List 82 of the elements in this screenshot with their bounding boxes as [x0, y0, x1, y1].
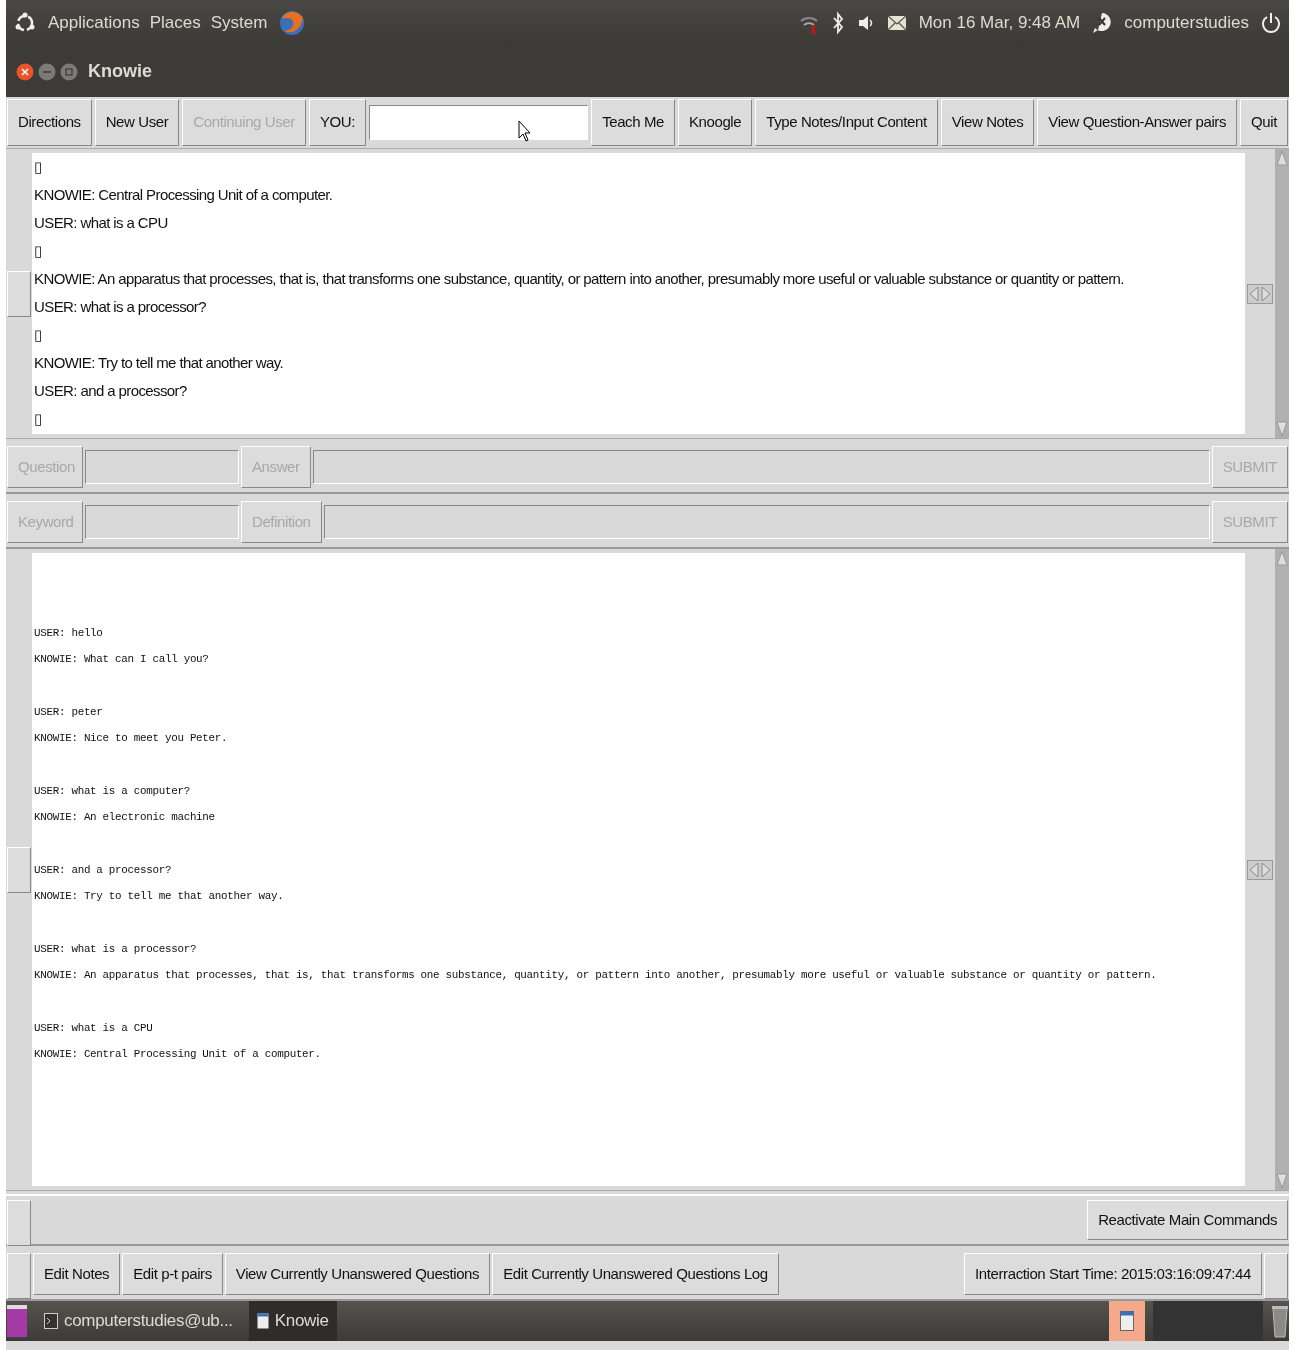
toolbar-button[interactable]: View Notes: [940, 99, 1035, 146]
taskbar-label: Knowie: [274, 1310, 329, 1333]
taskbar-item[interactable]: Knowie: [248, 1301, 337, 1341]
window-icon: [256, 1313, 269, 1329]
trash-icon[interactable]: [1271, 1304, 1289, 1338]
chat-line: USER: what is a processor?: [34, 942, 198, 957]
input-field[interactable]: [85, 505, 239, 539]
chat-line: USER: what is a CPU: [34, 1021, 154, 1036]
bluetooth-icon[interactable]: [830, 11, 845, 35]
field-label: YOU:: [308, 99, 366, 146]
bottom-button[interactable]: View Currently Unanswered Questions: [224, 1253, 491, 1295]
transcript-line: KNOWIE: An apparatus that processes, that is, that transforms one substance, quantity, or pattern into another, presumably more useful or valuable substance or quantity or pattern.: [34, 269, 1125, 289]
user-name[interactable]: computerstudies: [1124, 10, 1249, 36]
chat-line: USER: what is a computer?: [34, 784, 191, 799]
input-field[interactable]: [369, 105, 589, 140]
split-arrows-icon[interactable]: [1247, 859, 1273, 880]
chat-line: KNOWIE: Try to tell me that another way.: [34, 889, 285, 904]
input-field[interactable]: [85, 450, 239, 484]
bottom-button[interactable]: Edit p-t pairs: [122, 1253, 223, 1295]
logo-icon[interactable]: [14, 12, 36, 34]
clock[interactable]: Mon 16 Mar, 9:48 AM: [918, 10, 1081, 36]
user-icon[interactable]: [1092, 12, 1113, 34]
transcript-line: ▯: [34, 241, 43, 261]
power-icon[interactable]: [1261, 12, 1281, 34]
start-time-button[interactable]: Interraction Start Time: 2015:03:16:09:47:44: [964, 1253, 1262, 1295]
bottom-button[interactable]: Edit Currently Unanswered Questions Log: [492, 1253, 779, 1295]
arrow-up-icon[interactable]: [1275, 549, 1289, 567]
transcript-line: USER: what is a CPU: [34, 213, 169, 233]
arrow-down-icon[interactable]: [1275, 1172, 1289, 1190]
transcript-line: ▯: [34, 325, 43, 345]
chat-line: KNOWIE: What can I call you?: [34, 652, 210, 667]
bottom-button[interactable]: Edit Notes: [33, 1253, 121, 1295]
toolbar-button[interactable]: View Question-Answer pairs: [1037, 99, 1238, 146]
maximize-icon[interactable]: [60, 62, 78, 81]
transcript-line: KNOWIE: Central Processing Unit of a computer.: [34, 185, 334, 205]
split-arrows-icon[interactable]: [1247, 283, 1273, 304]
toolbar-button[interactable]: Directions: [7, 99, 92, 146]
menu-item[interactable]: Applications: [48, 10, 140, 36]
mail-icon[interactable]: [886, 15, 907, 31]
reactivate-button[interactable]: Reactivate Main Commands: [1087, 1200, 1288, 1240]
transcript-line: ▯: [34, 409, 43, 429]
menu-item[interactable]: System: [210, 10, 268, 36]
taskbar-label: computerstudies@ub...: [64, 1310, 233, 1333]
workspace-icon[interactable]: [6, 1304, 28, 1338]
window-title: Knowie: [88, 60, 152, 83]
input-field[interactable]: [312, 450, 1210, 484]
taskbar-item[interactable]: computerstudies@ub...: [36, 1301, 241, 1341]
toolbar-button[interactable]: New User: [94, 99, 180, 146]
volume-icon[interactable]: [856, 13, 875, 33]
scrollbar[interactable]: [1275, 149, 1289, 438]
scrollbar[interactable]: [1275, 549, 1289, 1190]
corner-button[interactable]: [1264, 1253, 1288, 1299]
toolbar-button[interactable]: Quit: [1240, 99, 1288, 146]
menu-item[interactable]: Places: [149, 10, 201, 36]
chat-line: USER: peter: [34, 705, 104, 720]
chat-line: KNOWIE: An electronic machine: [34, 810, 216, 825]
workspace-switcher[interactable]: [1109, 1301, 1145, 1341]
globe-icon[interactable]: [279, 9, 306, 37]
terminal-icon: [44, 1313, 58, 1329]
splitter-handle[interactable]: [7, 270, 31, 317]
chat-line: USER: hello: [34, 626, 104, 641]
toolbar-button[interactable]: Type Notes/Input Content: [755, 99, 938, 146]
arrow-up-icon[interactable]: [1275, 149, 1289, 167]
splitter-handle[interactable]: [7, 1253, 31, 1299]
transcript-line: ▯: [34, 157, 43, 177]
splitter-handle[interactable]: [7, 1200, 31, 1246]
window-icon: [1120, 1311, 1134, 1331]
input-field[interactable]: [323, 505, 1210, 539]
chat-line: KNOWIE: An apparatus that processes, that is, that transforms one substance, quantity, or pattern into another, presumably more useful or valuable substance or quantity or pattern.: [34, 968, 1158, 983]
cursor-icon: [518, 120, 532, 142]
toolbar-button[interactable]: Teach Me: [591, 99, 675, 146]
transcript-line: USER: and a processor?: [34, 381, 188, 401]
transcript-line: KNOWIE: Try to tell me that another way.: [34, 353, 285, 373]
transcript-line: USER: what is a processor?: [34, 297, 207, 317]
chat-line: KNOWIE: Central Processing Unit of a computer.: [34, 1047, 322, 1062]
workspace-switcher[interactable]: [1153, 1301, 1263, 1341]
toolbar-button[interactable]: Knoogle: [677, 99, 753, 146]
arrow-down-icon[interactable]: [1275, 420, 1289, 438]
splitter-handle[interactable]: [7, 846, 31, 893]
chat-line: USER: and a processor?: [34, 863, 173, 878]
chat-line: KNOWIE: Nice to meet you Peter.: [34, 731, 229, 746]
close-icon[interactable]: [16, 62, 34, 81]
